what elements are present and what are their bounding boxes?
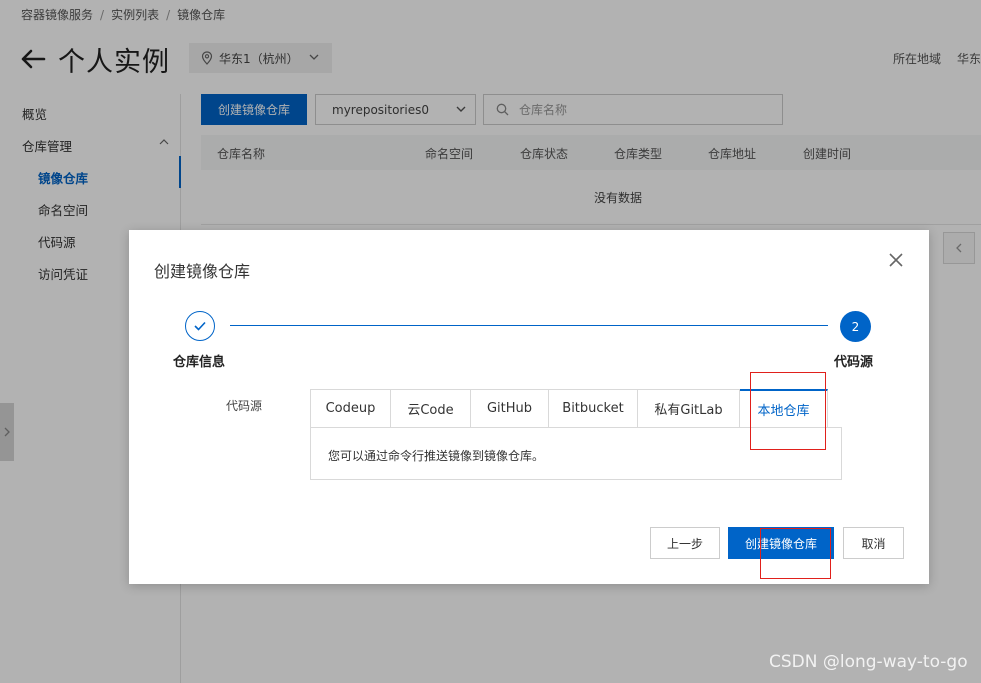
code-source-label: 代码源	[226, 399, 263, 413]
tab-panel-text: 您可以通过命令行推送镜像到镜像仓库。	[328, 449, 545, 463]
page: 容器镜像服务 / 实例列表 / 镜像仓库 个人实例 华东1（杭州） 所在地域 华东 概览…	[0, 0, 981, 683]
highlight-box-button	[760, 528, 831, 579]
watermark: CSDN @long-way-to-go	[769, 652, 968, 672]
tab-codeup[interactable]: Codeup	[310, 389, 391, 428]
step-connector	[230, 325, 828, 326]
tab-bitbucket[interactable]: Bitbucket	[549, 389, 638, 428]
step-1-indicator	[185, 311, 215, 341]
cancel-button[interactable]: 取消	[843, 527, 904, 559]
tab-private-gitlab[interactable]: 私有GitLab	[638, 389, 740, 428]
prev-step-button[interactable]: 上一步	[650, 527, 720, 559]
step-2-label: 代码源	[834, 355, 874, 370]
tab-cloud-code[interactable]: 云Code	[391, 389, 471, 428]
tab-github[interactable]: GitHub	[471, 389, 549, 428]
step-2-indicator: 2	[840, 311, 871, 342]
check-icon	[193, 320, 207, 332]
create-repo-dialog: 创建镜像仓库 2 仓库信息 代码源 代码源 Codeup 云Code GitHu…	[129, 230, 929, 584]
step-1-label: 仓库信息	[173, 355, 226, 370]
dialog-title: 创建镜像仓库	[154, 262, 251, 281]
highlight-box-tab	[750, 372, 826, 450]
close-icon[interactable]	[885, 249, 907, 271]
